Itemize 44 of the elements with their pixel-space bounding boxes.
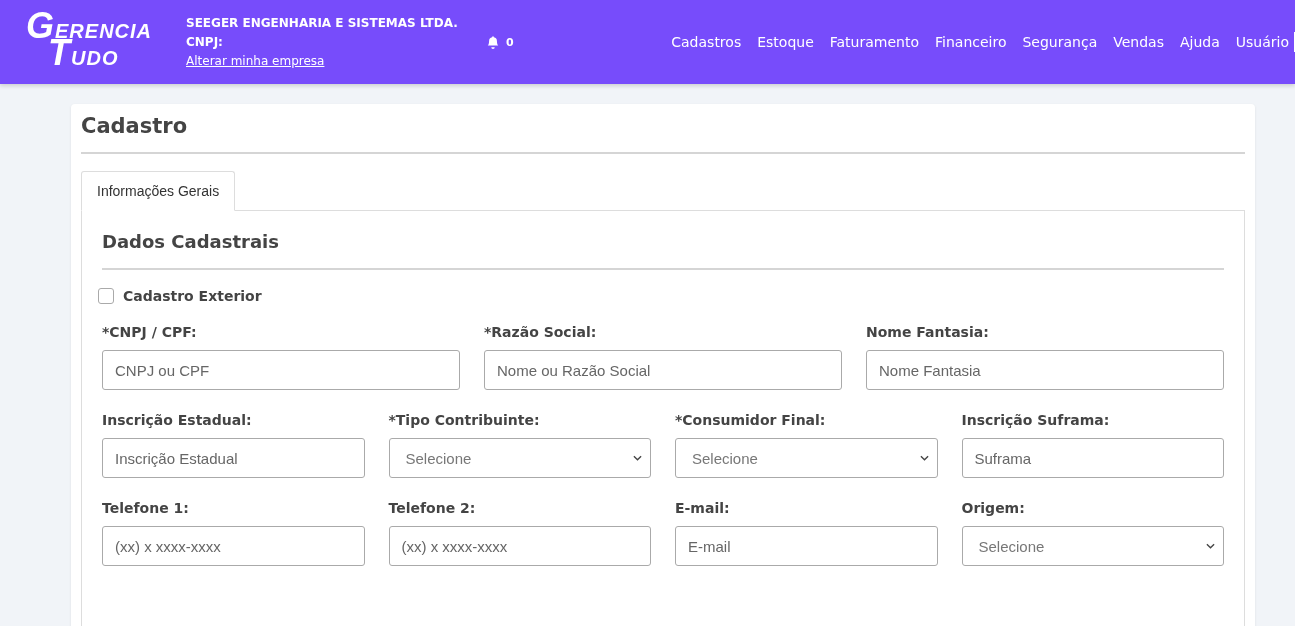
- field-label: Nome Fantasia:: [866, 324, 990, 340]
- input-field[interactable]: (xx) x xxxx-xxxx: [388, 526, 651, 566]
- field-label: *Razão Social:: [484, 324, 598, 340]
- nav-link[interactable]: Cadastros: [671, 32, 742, 52]
- logo[interactable]: GERENCIA TUDO: [24, 8, 182, 76]
- field-label: Origem:: [961, 500, 1026, 516]
- input-field[interactable]: E-mail: [675, 526, 938, 566]
- select-field[interactable]: Selecione: [961, 526, 1224, 566]
- bell-icon[interactable]: [486, 35, 500, 49]
- chevron-down-icon: [919, 455, 929, 461]
- checkbox[interactable]: [98, 288, 114, 304]
- nav-link[interactable]: Financeiro: [935, 32, 1007, 52]
- tab[interactable]: Informações Gerais: [81, 171, 236, 211]
- chevron-down-icon: [633, 455, 642, 461]
- cnpj-label: CNPJ:: [186, 35, 224, 49]
- input-field[interactable]: CNPJ ou CPF: [102, 350, 460, 390]
- checkbox-label: Cadastro Exterior: [123, 288, 262, 304]
- nav-link[interactable]: Segurança: [1022, 32, 1098, 52]
- input-field[interactable]: Suframa: [961, 438, 1224, 478]
- nav-link[interactable]: Ajuda: [1179, 32, 1220, 52]
- company-name: SEEGER ENGENHARIA E SISTEMAS LTDA.: [186, 16, 459, 30]
- input-field[interactable]: Nome ou Razão Social: [484, 350, 842, 390]
- field-label: *Consumidor Final:: [675, 412, 827, 428]
- section-title: Dados Cadastrais: [102, 231, 1224, 270]
- field-label: Inscrição Suframa:: [961, 412, 1111, 428]
- field-label: E-mail:: [675, 500, 731, 516]
- notification-count: 0: [506, 35, 514, 49]
- chevron-down-icon: [1206, 543, 1215, 549]
- page-title: Cadastro: [81, 114, 1245, 154]
- input-field[interactable]: Inscrição Estadual: [102, 438, 365, 478]
- field-label: *Tipo Contribuinte:: [388, 412, 541, 428]
- field-label: Telefone 2:: [388, 500, 477, 516]
- change-company-link[interactable]: Alterar minha empresa: [186, 54, 486, 68]
- field-label: *CNPJ / CPF:: [102, 324, 198, 340]
- input-field[interactable]: (xx) x xxxx-xxxx: [102, 526, 365, 566]
- select-field[interactable]: Selecione: [675, 438, 938, 478]
- select-field[interactable]: Selecione: [388, 438, 651, 478]
- field-label: Inscrição Estadual:: [102, 412, 253, 428]
- nav-link[interactable]: Usuário: [1235, 32, 1289, 52]
- field-label: Telefone 1:: [102, 500, 190, 516]
- nav-link[interactable]: Faturamento: [829, 32, 919, 52]
- nav-link[interactable]: Estoque: [757, 32, 814, 52]
- nav-link[interactable]: Vendas: [1113, 32, 1164, 52]
- input-field[interactable]: Nome Fantasia: [866, 350, 1224, 390]
